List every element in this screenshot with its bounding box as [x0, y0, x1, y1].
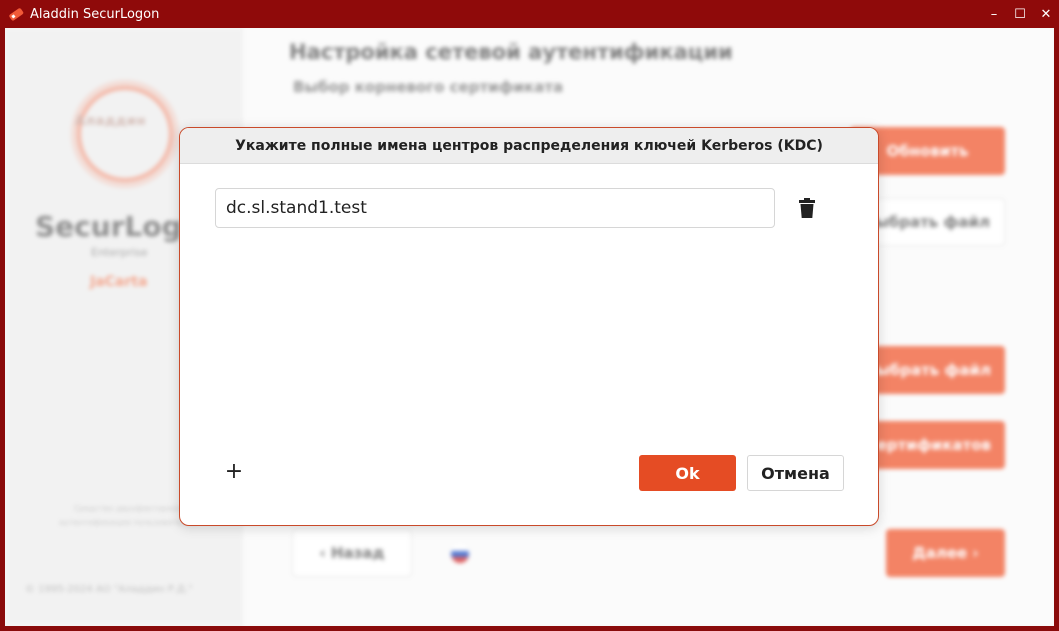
close-button[interactable]: ✕ — [1033, 0, 1059, 28]
ok-button[interactable]: Ok — [639, 455, 736, 491]
window-title: Aladdin SecurLogon — [30, 6, 160, 22]
kdc-name-input[interactable] — [215, 188, 775, 228]
cancel-button[interactable]: Отмена — [747, 455, 844, 491]
window-body: Аладдин SecurLogon Enterprise JaCarta Ср… — [5, 28, 1054, 626]
title-bar: Aladdin SecurLogon – ☐ ✕ — [0, 0, 1059, 28]
kdc-dialog: Укажите полные имена центров распределен… — [179, 127, 879, 526]
trash-icon — [799, 198, 815, 218]
dialog-title: Укажите полные имена центров распределен… — [180, 128, 878, 164]
maximize-button[interactable]: ☐ — [1007, 0, 1033, 28]
window-controls: – ☐ ✕ — [981, 0, 1059, 28]
add-entry-button[interactable]: + — [222, 459, 246, 484]
kdc-entry-row — [215, 188, 817, 228]
app-icon — [8, 6, 24, 22]
minimize-button[interactable]: – — [981, 0, 1007, 28]
delete-entry-button[interactable] — [797, 196, 817, 220]
